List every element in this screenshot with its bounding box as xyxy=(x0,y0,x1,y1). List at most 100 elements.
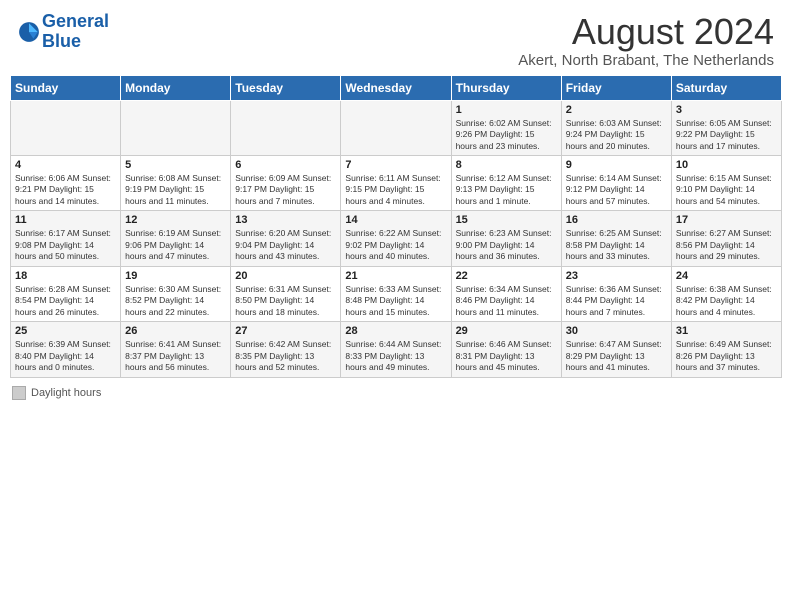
day-number: 1 xyxy=(456,104,557,116)
calendar-table: SundayMondayTuesdayWednesdayThursdayFrid… xyxy=(10,75,782,378)
day-number: 5 xyxy=(125,159,226,171)
day-number: 12 xyxy=(125,214,226,226)
calendar-cell xyxy=(121,100,231,155)
calendar-cell: 25 Sunrise: 6:39 AM Sunset: 8:40 PM Dayli… xyxy=(11,322,121,377)
calendar-cell: 26Sunrise: 6:41 AM Sunset: 8:37 PM Dayli… xyxy=(121,322,231,377)
calendar-cell: 24Sunrise: 6:38 AM Sunset: 8:42 PM Dayli… xyxy=(671,266,781,321)
day-info: Sunrise: 6:49 AM Sunset: 8:26 PM Dayligh… xyxy=(676,339,777,373)
day-info: Sunrise: 6:23 AM Sunset: 9:00 PM Dayligh… xyxy=(456,228,557,262)
calendar-week-row: 1 Sunrise: 6:02 AM Sunset: 9:26 PM Daylig… xyxy=(11,100,782,155)
weekday-header-thursday: Thursday xyxy=(451,75,561,100)
calendar-cell: 8 Sunrise: 6:12 AM Sunset: 9:13 PM Daylig… xyxy=(451,156,561,211)
day-info: Sunrise: 6:33 AM Sunset: 8:48 PM Dayligh… xyxy=(345,284,446,318)
day-number: 18 xyxy=(15,270,116,282)
day-number: 24 xyxy=(676,270,777,282)
day-number: 28 xyxy=(345,325,446,337)
day-info: Sunrise: 6:39 AM Sunset: 8:40 PM Dayligh… xyxy=(15,339,116,373)
day-number: 22 xyxy=(456,270,557,282)
calendar-cell: 21Sunrise: 6:33 AM Sunset: 8:48 PM Dayli… xyxy=(341,266,451,321)
day-info: Sunrise: 6:27 AM Sunset: 8:56 PM Dayligh… xyxy=(676,228,777,262)
day-info: Sunrise: 6:42 AM Sunset: 8:35 PM Dayligh… xyxy=(235,339,336,373)
calendar-cell: 20 Sunrise: 6:31 AM Sunset: 8:50 PM Dayli… xyxy=(231,266,341,321)
calendar-cell: 19 Sunrise: 6:30 AM Sunset: 8:52 PM Dayli… xyxy=(121,266,231,321)
logo-icon xyxy=(18,21,40,43)
calendar-week-row: 11Sunrise: 6:17 AM Sunset: 9:08 PM Dayli… xyxy=(11,211,782,266)
weekday-header-friday: Friday xyxy=(561,75,671,100)
calendar-cell: 9Sunrise: 6:14 AM Sunset: 9:12 PM Daylig… xyxy=(561,156,671,211)
calendar-cell: 17Sunrise: 6:27 AM Sunset: 8:56 PM Dayli… xyxy=(671,211,781,266)
day-number: 8 xyxy=(456,159,557,171)
calendar-cell: 4 Sunrise: 6:06 AM Sunset: 9:21 PM Daylig… xyxy=(11,156,121,211)
page: General Blue August 2024 Akert, North Br… xyxy=(0,0,792,612)
day-number: 30 xyxy=(566,325,667,337)
weekday-header-monday: Monday xyxy=(121,75,231,100)
calendar-cell: 23Sunrise: 6:36 AM Sunset: 8:44 PM Dayli… xyxy=(561,266,671,321)
day-info: Sunrise: 6:12 AM Sunset: 9:13 PM Dayligh… xyxy=(456,173,557,207)
calendar-cell: 5Sunrise: 6:08 AM Sunset: 9:19 PM Daylig… xyxy=(121,156,231,211)
calendar-cell: 11Sunrise: 6:17 AM Sunset: 9:08 PM Dayli… xyxy=(11,211,121,266)
day-info: Sunrise: 6:22 AM Sunset: 9:02 PM Dayligh… xyxy=(345,228,446,262)
calendar-cell xyxy=(231,100,341,155)
day-number: 10 xyxy=(676,159,777,171)
legend: Daylight hours xyxy=(0,382,792,404)
weekday-header-tuesday: Tuesday xyxy=(231,75,341,100)
legend-box xyxy=(12,386,26,400)
day-info: Sunrise: 6:02 AM Sunset: 9:26 PM Dayligh… xyxy=(456,118,557,152)
calendar-cell: 22Sunrise: 6:34 AM Sunset: 8:46 PM Dayli… xyxy=(451,266,561,321)
calendar-cell: 13 Sunrise: 6:20 AM Sunset: 9:04 PM Dayli… xyxy=(231,211,341,266)
day-info: Sunrise: 6:47 AM Sunset: 8:29 PM Dayligh… xyxy=(566,339,667,373)
day-number: 31 xyxy=(676,325,777,337)
calendar-cell: 29 Sunrise: 6:46 AM Sunset: 8:31 PM Dayli… xyxy=(451,322,561,377)
day-info: Sunrise: 6:15 AM Sunset: 9:10 PM Dayligh… xyxy=(676,173,777,207)
calendar-week-row: 18 Sunrise: 6:28 AM Sunset: 8:54 PM Dayli… xyxy=(11,266,782,321)
day-info: Sunrise: 6:17 AM Sunset: 9:08 PM Dayligh… xyxy=(15,228,116,262)
day-number: 7 xyxy=(345,159,446,171)
day-number: 20 xyxy=(235,270,336,282)
day-info: Sunrise: 6:28 AM Sunset: 8:54 PM Dayligh… xyxy=(15,284,116,318)
calendar-cell: 3Sunrise: 6:05 AM Sunset: 9:22 PM Daylig… xyxy=(671,100,781,155)
day-info: Sunrise: 6:36 AM Sunset: 8:44 PM Dayligh… xyxy=(566,284,667,318)
calendar-cell: 2Sunrise: 6:03 AM Sunset: 9:24 PM Daylig… xyxy=(561,100,671,155)
day-info: Sunrise: 6:31 AM Sunset: 8:50 PM Dayligh… xyxy=(235,284,336,318)
calendar-wrapper: SundayMondayTuesdayWednesdayThursdayFrid… xyxy=(0,75,792,382)
calendar-cell: 10 Sunrise: 6:15 AM Sunset: 9:10 PM Dayli… xyxy=(671,156,781,211)
calendar-cell: 28Sunrise: 6:44 AM Sunset: 8:33 PM Dayli… xyxy=(341,322,451,377)
day-number: 15 xyxy=(456,214,557,226)
sub-title: Akert, North Brabant, The Netherlands xyxy=(518,52,774,69)
logo-line2: Blue xyxy=(42,32,109,52)
header: General Blue August 2024 Akert, North Br… xyxy=(0,0,792,75)
day-number: 29 xyxy=(456,325,557,337)
calendar-cell xyxy=(341,100,451,155)
day-number: 25 xyxy=(15,325,116,337)
calendar-cell xyxy=(11,100,121,155)
calendar-cell: 27Sunrise: 6:42 AM Sunset: 8:35 PM Dayli… xyxy=(231,322,341,377)
day-info: Sunrise: 6:25 AM Sunset: 8:58 PM Dayligh… xyxy=(566,228,667,262)
day-number: 13 xyxy=(235,214,336,226)
day-number: 19 xyxy=(125,270,226,282)
day-info: Sunrise: 6:06 AM Sunset: 9:21 PM Dayligh… xyxy=(15,173,116,207)
day-info: Sunrise: 6:30 AM Sunset: 8:52 PM Dayligh… xyxy=(125,284,226,318)
day-number: 6 xyxy=(235,159,336,171)
day-info: Sunrise: 6:09 AM Sunset: 9:17 PM Dayligh… xyxy=(235,173,336,207)
calendar-cell: 18 Sunrise: 6:28 AM Sunset: 8:54 PM Dayli… xyxy=(11,266,121,321)
logo-line1: General xyxy=(42,12,109,32)
weekday-header-row: SundayMondayTuesdayWednesdayThursdayFrid… xyxy=(11,75,782,100)
day-info: Sunrise: 6:03 AM Sunset: 9:24 PM Dayligh… xyxy=(566,118,667,152)
calendar-cell: 1 Sunrise: 6:02 AM Sunset: 9:26 PM Daylig… xyxy=(451,100,561,155)
day-number: 4 xyxy=(15,159,116,171)
calendar-cell: 15 Sunrise: 6:23 AM Sunset: 9:00 PM Dayli… xyxy=(451,211,561,266)
calendar-cell: 31 Sunrise: 6:49 AM Sunset: 8:26 PM Dayli… xyxy=(671,322,781,377)
main-title: August 2024 xyxy=(518,12,774,52)
day-info: Sunrise: 6:11 AM Sunset: 9:15 PM Dayligh… xyxy=(345,173,446,207)
day-info: Sunrise: 6:46 AM Sunset: 8:31 PM Dayligh… xyxy=(456,339,557,373)
weekday-header-sunday: Sunday xyxy=(11,75,121,100)
calendar-cell: 14 Sunrise: 6:22 AM Sunset: 9:02 PM Dayli… xyxy=(341,211,451,266)
day-number: 14 xyxy=(345,214,446,226)
day-info: Sunrise: 6:05 AM Sunset: 9:22 PM Dayligh… xyxy=(676,118,777,152)
logo: General Blue xyxy=(18,12,109,52)
weekday-header-saturday: Saturday xyxy=(671,75,781,100)
calendar-cell: 16Sunrise: 6:25 AM Sunset: 8:58 PM Dayli… xyxy=(561,211,671,266)
calendar-cell: 7 Sunrise: 6:11 AM Sunset: 9:15 PM Daylig… xyxy=(341,156,451,211)
calendar-week-row: 4 Sunrise: 6:06 AM Sunset: 9:21 PM Daylig… xyxy=(11,156,782,211)
day-info: Sunrise: 6:20 AM Sunset: 9:04 PM Dayligh… xyxy=(235,228,336,262)
